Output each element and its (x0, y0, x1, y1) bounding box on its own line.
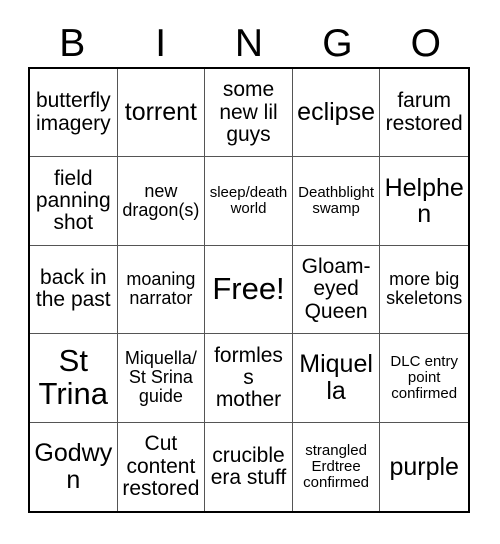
bingo-header-letter-i: I (155, 22, 167, 65)
bingo-header-letter-o: O (410, 22, 441, 65)
bingo-cell-label: Godwyn (34, 439, 113, 494)
bingo-cell-r2c4[interactable]: Deathblight swamp (292, 157, 381, 246)
bingo-cell-r5c3[interactable]: crucible era stuff (205, 422, 293, 511)
bingo-cell-label: some new lil guys (219, 78, 278, 146)
bingo-cell-r2c1[interactable]: field panning shot (30, 157, 118, 246)
bingo-cell-label: Deathblight swamp (298, 184, 375, 218)
bingo-cell-label: eclipse (297, 98, 375, 127)
bingo-cell-r3c1[interactable]: back in the past (30, 245, 118, 335)
bingo-cell-label: Free! (212, 271, 285, 307)
bingo-cell-r5c4[interactable]: strangled Erdtree confirmed (292, 422, 381, 511)
bingo-cell-r2c2[interactable]: new dragon(s) (117, 157, 206, 246)
bingo-cell-r5c5[interactable]: purple (380, 422, 468, 511)
bingo-cell-label: Helphen (384, 173, 464, 229)
bingo-cell-label: Miquella/ St Srina guide (124, 348, 197, 407)
bingo-cell-r1c5[interactable]: farum restored (380, 69, 468, 158)
bingo-cell-label: new dragon(s) (122, 181, 200, 221)
bingo-cell-r4c3[interactable]: formless mother (205, 334, 293, 423)
bingo-cell-r5c2[interactable]: Cut content restored (117, 422, 206, 511)
bingo-cell-r4c1[interactable]: St Trina (30, 334, 118, 423)
bingo-cell-label: moaning narrator (126, 269, 196, 309)
bingo-cell-r5c1[interactable]: Godwyn (30, 422, 118, 511)
bingo-cell-label: St Trina (38, 343, 109, 411)
bingo-cell-label: butterfly imagery (35, 89, 111, 135)
bingo-header-letter-b: B (59, 22, 86, 65)
bingo-cell-r4c4[interactable]: Miquella (292, 334, 381, 423)
bingo-grid: butterfly imagery torrent some new lil guy… (28, 67, 470, 513)
bingo-cell-label: crucible era stuff (210, 443, 287, 489)
bingo-cell-label: sleep/death world (209, 184, 288, 218)
bingo-cell-label: back in the past (35, 266, 111, 312)
bingo-cell-r1c3[interactable]: some new lil guys (205, 69, 293, 158)
bingo-cell-label: farum restored (385, 89, 463, 135)
bingo-cell-r2c3[interactable]: sleep/death world (205, 157, 293, 246)
bingo-cell-label: torrent (124, 98, 198, 127)
bingo-cell-label: formless mother (214, 343, 283, 412)
bingo-cell-r4c5[interactable]: DLC entry point confirmed (380, 334, 468, 423)
bingo-cell-label: Cut content restored (122, 432, 200, 500)
bingo-cell-label: strangled Erdtree confirmed (303, 441, 370, 491)
bingo-cell-r3c5[interactable]: more big skeletons (380, 245, 468, 335)
bingo-cell-label: more big skeletons (386, 269, 463, 309)
bingo-cell-r1c4[interactable]: eclipse (292, 69, 381, 158)
bingo-free-space[interactable]: Free! (205, 245, 293, 335)
bingo-cell-r1c1[interactable]: butterfly imagery (30, 69, 118, 158)
bingo-cell-r3c4[interactable]: Gloam-eyed Queen (292, 245, 381, 335)
bingo-cell-r4c2[interactable]: Miquella/ St Srina guide (117, 334, 206, 423)
bingo-header-letter-g: G (322, 22, 353, 65)
bingo-cell-r3c2[interactable]: moaning narrator (117, 245, 206, 335)
bingo-cell-label: Gloam-eyed Queen (301, 255, 371, 323)
bingo-cell-label: DLC entry point confirmed (390, 353, 458, 402)
bingo-header-letter-n: N (234, 22, 264, 65)
bingo-cell-label: Miquella (299, 350, 373, 405)
bingo-header: BINGO (28, 20, 470, 67)
bingo-cell-label: purple (389, 452, 459, 481)
bingo-card: B I N G O butterfly imagery torrent some new l… (0, 0, 500, 544)
bingo-cell-r1c2[interactable]: torrent (117, 69, 206, 158)
bingo-cell-label: field panning shot (35, 166, 111, 235)
bingo-cell-r2c5[interactable]: Helphen (380, 157, 468, 246)
